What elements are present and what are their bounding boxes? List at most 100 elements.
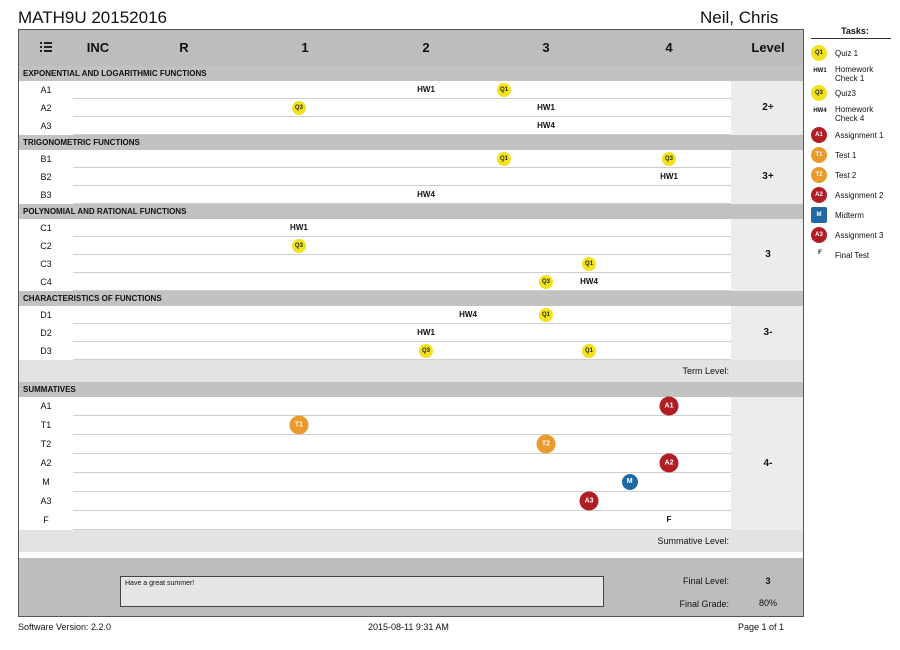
legend-label: Assignment 3: [835, 231, 884, 240]
legend-label: Assignment 1: [835, 131, 884, 140]
test-legend-symbol: T1: [811, 147, 827, 163]
homework-marker: HW4: [537, 121, 555, 130]
term-level-band: Term Level:: [19, 360, 803, 382]
quiz-marker: Q3: [419, 344, 433, 358]
summative-label: A2: [40, 458, 52, 468]
summative-row: T2 T2: [19, 434, 731, 454]
homework-marker: HW4: [417, 190, 435, 199]
outcome-row: D2 HW1: [19, 324, 731, 342]
legend-item: HW4 Homework Check 4: [811, 105, 900, 125]
column-4: 4: [665, 40, 673, 55]
page-number: Page 1 of 1: [738, 622, 785, 632]
outcome-row: B2 HW1: [19, 168, 731, 186]
outcome-label: D1: [40, 310, 52, 320]
course-title: MATH9U 20152016: [18, 8, 167, 27]
outcome-label: D3: [40, 346, 52, 356]
outcome-label: A2: [40, 103, 52, 113]
section-header: CHARACTERISTICS OF FUNCTIONS: [19, 291, 803, 306]
quiz-marker: Q1: [582, 344, 597, 358]
homework-legend-symbol: HW4: [813, 108, 827, 114]
column-3: 3: [542, 40, 550, 55]
list-icon[interactable]: [40, 41, 52, 53]
summative-row: A2 A2: [19, 453, 731, 473]
outcome-row: D3 Q3 Q1: [19, 342, 731, 360]
term-level-label: Term Level:: [682, 366, 729, 376]
section-header: EXPONENTIAL AND LOGARITHMIC FUNCTIONS: [19, 66, 803, 81]
final-test-legend-symbol: F: [818, 250, 822, 256]
final-level-label: Final Level:: [682, 576, 729, 586]
outcome-label: C1: [40, 223, 52, 233]
outcome-row: A2 Q3 HW1: [19, 99, 731, 117]
assignment-legend-symbol: A3: [811, 227, 827, 243]
summative-label: A3: [40, 496, 52, 506]
summative-label: A1: [40, 401, 52, 411]
outcome-label: B3: [40, 190, 52, 200]
quiz-marker: Q1: [497, 152, 511, 166]
outcome-label: C2: [40, 241, 52, 251]
quiz-marker: Q3: [662, 152, 676, 166]
legend-item: F Final Test: [811, 247, 900, 267]
outcome-row: C3 Q1: [19, 255, 731, 273]
column-r: R: [179, 40, 189, 55]
outcome-row: A1 HW1 Q1: [19, 81, 731, 99]
legend-item: A3 Assignment 3: [811, 227, 900, 247]
summative-label: M: [42, 477, 50, 487]
legend-label: Test 2: [835, 171, 857, 180]
legend-item: A1 Assignment 1: [811, 127, 900, 147]
software-version: Software Version: 2.2.0: [18, 622, 112, 632]
outcome-label: B1: [40, 154, 52, 164]
midterm-legend-symbol: M: [811, 207, 827, 223]
outcome-label: C4: [40, 277, 52, 287]
final-level-value: 3: [765, 576, 771, 586]
assignment-legend-symbol: A2: [811, 187, 827, 203]
quiz-marker: Q3: [291, 101, 306, 115]
outcome-label: A3: [40, 121, 52, 131]
summative-row: FF: [19, 511, 731, 530]
legend-item: T1 Test 1: [811, 147, 900, 167]
assignment-marker: A1: [659, 396, 679, 416]
legend-item: Q3 Quiz3: [811, 85, 900, 105]
column-1: 1: [301, 40, 309, 55]
outcome-row: C2 Q3: [19, 237, 731, 255]
homework-marker: HW1: [537, 103, 555, 112]
section-header: SUMMATIVES: [19, 382, 803, 397]
outcome-label: A1: [40, 85, 52, 95]
outcome-row: D1 HW4 Q1: [19, 306, 731, 324]
section-header: POLYNOMIAL AND RATIONAL FUNCTIONS: [19, 204, 803, 219]
homework-marker: HW4: [459, 310, 477, 319]
section-level: 3-: [763, 327, 773, 338]
tasks-legend-title: Tasks:: [811, 26, 891, 39]
legend-item: HW1 Homework Check 1: [811, 65, 900, 85]
final-grade-value: 80%: [758, 598, 777, 608]
outcome-row: A3 HW4: [19, 117, 731, 135]
column-header-bar: INC R 1 2 3 4 Level: [19, 30, 803, 66]
test-legend-symbol: T2: [811, 167, 827, 183]
assignment-marker: A2: [659, 453, 679, 473]
legend-label: Quiz 1: [835, 49, 859, 58]
outcome-label: B2: [40, 172, 52, 182]
quiz-marker: Q3: [291, 239, 306, 253]
final-grade-label: Final Grade:: [679, 599, 729, 609]
legend-item: M Midterm: [811, 207, 900, 227]
quiz-marker: Q1: [582, 257, 597, 271]
report-card: INC R 1 2 3 4 Level EXPONENTIAL AND LOGA…: [18, 29, 804, 617]
quiz-marker: Q3: [539, 275, 553, 289]
summative-level-value: 4-: [763, 457, 773, 469]
summative-row: MM: [19, 473, 731, 492]
summative-level-band: Summative Level:: [19, 530, 803, 552]
tasks-legend: Tasks: Q1 Quiz 1 HW1 Homework Check 1 Q3 Quiz…: [811, 26, 891, 279]
assignment-legend-symbol: A1: [811, 127, 827, 143]
summative-row: A1 A1: [19, 396, 731, 416]
comment-box: Have a great summer!: [120, 576, 604, 607]
summative-label: T2: [40, 439, 52, 449]
test-marker: T1: [289, 415, 309, 435]
summative-row: A3 A3: [19, 491, 731, 511]
legend-label: Assignment 2: [835, 191, 884, 200]
section-header: TRIGONOMETRIC FUNCTIONS: [19, 135, 803, 150]
legend-item: Q1 Quiz 1: [811, 45, 900, 65]
summative-level-label: Summative Level:: [657, 536, 729, 546]
legend-label: Homework Check 1: [835, 65, 874, 83]
quiz-marker: Q1: [539, 308, 553, 322]
legend-label: Test 1: [835, 151, 857, 160]
homework-marker: HW1: [417, 328, 435, 337]
